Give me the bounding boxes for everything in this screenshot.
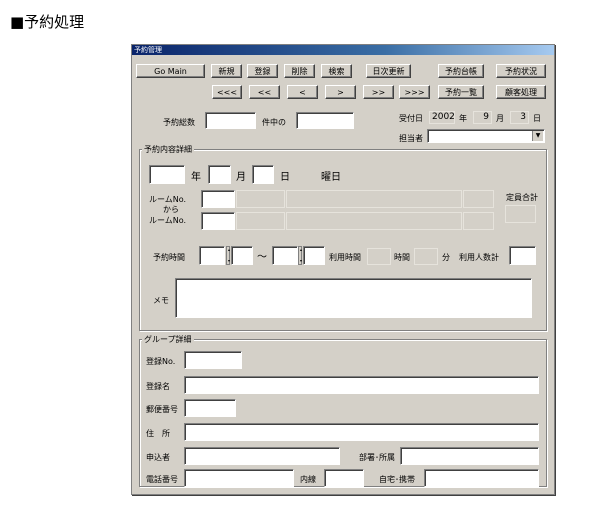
dept-label: 部署･所属	[359, 453, 395, 462]
room-from-no-field[interactable]	[201, 190, 235, 208]
received-date-label: 受付日	[399, 114, 423, 123]
address-label: 住 所	[146, 429, 170, 438]
reservation-list-button[interactable]: 予約一覧	[438, 85, 484, 99]
room-from-capacity-field	[463, 190, 494, 208]
hours-label: 時間	[394, 253, 410, 262]
last-record-button[interactable]: >>>	[399, 85, 430, 99]
search-button[interactable]: 検索	[321, 64, 352, 78]
record-index-field[interactable]	[296, 112, 354, 129]
reg-no-field[interactable]	[184, 351, 242, 369]
home-mobile-label: 自宅･携帯	[379, 475, 415, 484]
use-time-label: 利用時間	[329, 253, 361, 262]
received-month-field[interactable]: 9	[473, 111, 492, 124]
people-total-field[interactable]	[509, 246, 536, 265]
use-hours-field	[367, 248, 391, 265]
from-label: から	[163, 205, 179, 214]
delete-button[interactable]: 削除	[284, 64, 315, 78]
date-day-field[interactable]	[252, 165, 274, 184]
window-titlebar: 予約管理	[132, 45, 554, 55]
room-to-name-field	[236, 212, 285, 230]
extension-field[interactable]	[324, 469, 364, 487]
staff-select[interactable]: ▼	[427, 129, 545, 143]
first-record-button[interactable]: <<<	[212, 85, 242, 99]
room-to-detail-field	[286, 212, 462, 230]
start-hour-field[interactable]	[199, 246, 225, 265]
reservation-window: 予約管理 Go Main 新規 登録 削除 検索 日次更新 予約台帳 予約状況 …	[131, 44, 555, 495]
room-to-no-field[interactable]	[201, 212, 235, 230]
prev-page-button[interactable]: <<	[249, 85, 280, 99]
capacity-total-label: 定員合計	[506, 193, 538, 202]
reservation-status-button[interactable]: 予約状況	[496, 64, 546, 78]
daily-update-button[interactable]: 日次更新	[366, 64, 411, 78]
room-from-detail-field	[286, 190, 462, 208]
total-field[interactable]	[205, 112, 256, 129]
reservation-ledger-button[interactable]: 予約台帳	[438, 64, 484, 78]
start-hour-spinner[interactable]	[226, 246, 230, 265]
date-month-field[interactable]	[208, 165, 231, 184]
end-hour-spinner[interactable]	[298, 246, 302, 265]
reg-no-label: 登録No.	[146, 357, 176, 366]
postal-label: 郵便番号	[146, 405, 178, 414]
staff-label: 担当者	[399, 134, 423, 143]
phone-label: 電話番号	[146, 475, 178, 484]
time-range-tilde: 〜	[257, 252, 267, 263]
group-details-title: グループ詳細	[142, 334, 194, 345]
go-main-button[interactable]: Go Main	[136, 64, 205, 78]
received-day-label: 日	[533, 114, 541, 123]
room-no-label-2: ルームNo.	[149, 216, 187, 225]
room-from-name-field	[236, 190, 285, 208]
minutes-label: 分	[442, 253, 450, 262]
date-day-label: 日	[280, 172, 290, 183]
register-button[interactable]: 登録	[247, 64, 278, 78]
memo-label: メモ	[153, 296, 169, 305]
reservation-time-label: 予約時間	[153, 253, 185, 262]
reg-name-field[interactable]	[184, 376, 539, 394]
capacity-total-field	[505, 205, 536, 223]
people-total-label: 利用人数計	[459, 253, 499, 262]
next-page-button[interactable]: >>	[363, 85, 394, 99]
reg-name-label: 登録名	[146, 382, 170, 391]
prev-record-button[interactable]: <	[287, 85, 318, 99]
reservation-details-title: 予約内容詳細	[142, 144, 194, 155]
of-label: 件中の	[262, 118, 286, 127]
received-day-field[interactable]: 3	[510, 111, 529, 124]
start-minute-field[interactable]	[231, 246, 253, 265]
chevron-down-icon[interactable]: ▼	[532, 131, 543, 141]
new-button[interactable]: 新規	[211, 64, 242, 78]
date-year-label: 年	[191, 172, 201, 183]
postal-field[interactable]	[184, 399, 236, 417]
weekday-label: 曜日	[321, 172, 341, 183]
received-year-field[interactable]: 2002	[429, 111, 455, 124]
group-details-group: グループ詳細 登録No. 登録名 郵便番号 住 所 申込者 部署･所属 電話番号…	[139, 334, 547, 487]
customer-processing-button[interactable]: 顧客処理	[496, 85, 546, 99]
phone-field[interactable]	[184, 469, 294, 487]
end-minute-field[interactable]	[303, 246, 325, 265]
received-year-label: 年	[459, 114, 467, 123]
date-year-field[interactable]	[149, 165, 185, 184]
total-label: 予約総数	[163, 118, 195, 127]
extension-label: 内線	[300, 475, 316, 484]
room-to-capacity-field	[463, 212, 494, 230]
reservation-details-group: 予約内容詳細 年 月 日 曜日 ルームNo. から ルームNo. 定員合計 予約…	[139, 144, 547, 331]
home-mobile-field[interactable]	[424, 469, 539, 487]
dept-field[interactable]	[400, 447, 539, 465]
applicant-field[interactable]	[184, 447, 340, 465]
end-hour-field[interactable]	[272, 246, 298, 265]
date-month-label: 月	[236, 172, 246, 183]
address-field[interactable]	[184, 423, 539, 441]
memo-textarea[interactable]	[175, 278, 532, 318]
use-minutes-field	[414, 248, 438, 265]
received-month-label: 月	[496, 114, 504, 123]
page-heading: ■予約処理	[10, 13, 85, 31]
applicant-label: 申込者	[146, 453, 170, 462]
next-record-button[interactable]: >	[325, 85, 356, 99]
